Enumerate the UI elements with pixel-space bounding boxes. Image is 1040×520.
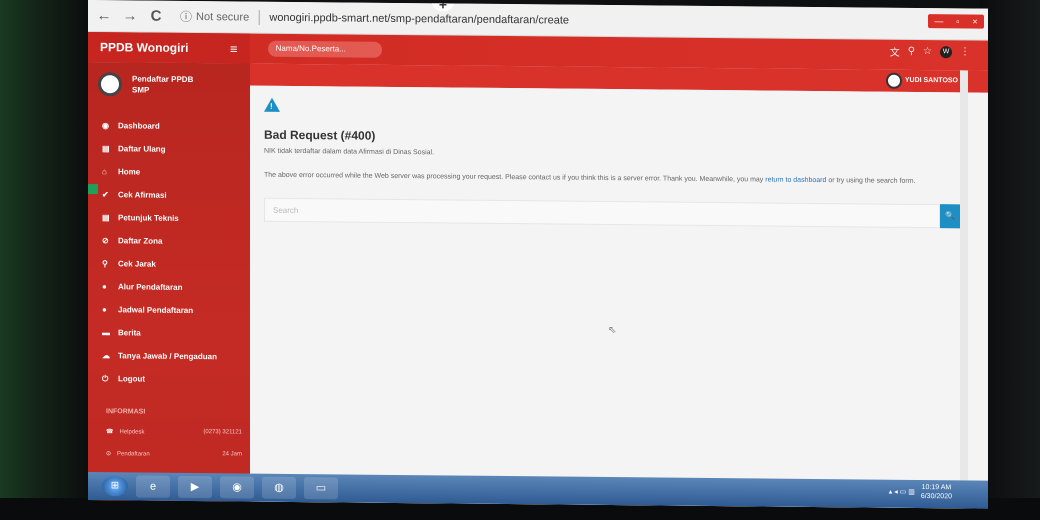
sidebar-item-alur-pendaftaran[interactable]: ● Alur Pendaftaran xyxy=(102,275,217,299)
clock-date: 6/30/2020 xyxy=(920,492,952,501)
sidebar-menu: ◉ Dashboard ▤ Daftar Ulang ⌂ Home ✔ Cek Afir… xyxy=(102,114,217,391)
url-separator: | xyxy=(257,8,262,26)
brand-title[interactable]: PPDB Wonogiri xyxy=(88,32,250,64)
more-icon[interactable]: ⋮ xyxy=(960,46,970,57)
sidebar-item-daftar-zona[interactable]: ⊘ Daftar Zona xyxy=(102,229,217,253)
search-button[interactable]: 🔍 xyxy=(940,204,960,229)
chrome-icon[interactable]: ◉ xyxy=(220,476,254,499)
sidebar-item-dashboard[interactable]: ◉ Dashboard xyxy=(102,114,217,138)
start-button[interactable]: ⊞ xyxy=(102,476,128,497)
error-description: The above error occurred while the Web s… xyxy=(264,170,954,188)
forward-icon[interactable]: → xyxy=(120,7,140,24)
sidebar-item-logout[interactable]: ⏻ Logout xyxy=(102,367,217,391)
system-tray: ▴ ◂ ▭ ▥ 10:19 AM 6/30/2020 xyxy=(889,483,952,502)
user-avatar[interactable] xyxy=(886,72,902,89)
chat-icon: ☁ xyxy=(102,351,110,361)
search-icon[interactable]: ⚲ xyxy=(908,46,915,57)
active-indicator xyxy=(88,183,98,195)
error-title: Bad Request (#400) xyxy=(264,127,376,143)
profile-name: Pendaftar PPDB SMP xyxy=(132,74,194,95)
avatar xyxy=(98,72,122,97)
info-icon[interactable]: ⓘ xyxy=(180,8,192,25)
error-description-tail: or try using the search form. xyxy=(826,177,916,185)
security-label: Not secure xyxy=(196,10,250,24)
document-icon: ▤ xyxy=(102,144,110,154)
circle-icon: ● xyxy=(102,282,107,292)
mouse-cursor-icon: ⇖ xyxy=(608,324,617,337)
sidebar-item-label: Cek Jarak xyxy=(118,259,156,269)
star-icon[interactable]: ☆ xyxy=(923,46,932,57)
info-value: 24 Jam xyxy=(222,451,242,458)
info-value: (0273) 321121 xyxy=(203,429,242,436)
sidebar-item-label: Home xyxy=(118,167,141,177)
browser-extension-icons: 文 ⚲ ☆ W ⋮ xyxy=(890,44,970,60)
error-description-text: The above error occurred while the Web s… xyxy=(264,171,766,184)
clock[interactable]: 10:19 AM 6/30/2020 xyxy=(921,483,952,501)
sidebar-item-label: Tanya Jawab / Pengaduan xyxy=(118,351,217,362)
reload-icon[interactable]: C xyxy=(146,8,166,25)
sidebar-item-tanya-jawab[interactable]: ☁ Tanya Jawab / Pengaduan xyxy=(102,344,217,368)
clock-icon: ⊙ xyxy=(106,451,112,458)
info-heading: INFORMASI xyxy=(106,408,146,416)
zone-icon: ⊘ xyxy=(102,236,109,246)
explorer-window-icon[interactable]: ▭ xyxy=(304,477,338,500)
sidebar-item-label: Jadwal Pendaftaran xyxy=(118,305,194,316)
internet-explorer-icon[interactable]: e xyxy=(136,475,170,498)
sidebar-item-label: Petunjuk Teknis xyxy=(118,213,179,223)
minimize-icon[interactable]: — xyxy=(934,16,943,26)
clock-time: 10:19 AM xyxy=(921,484,952,492)
news-icon: ▬ xyxy=(102,328,110,338)
scrollbar[interactable] xyxy=(960,70,968,509)
info-helpdesk: ☎ Helpdesk (0273) 321121 xyxy=(106,428,242,436)
media-player-icon[interactable]: ▶ xyxy=(178,475,212,499)
sidebar-item-label: Logout xyxy=(118,374,146,384)
sidebar-item-jadwal-pendaftaran[interactable]: ● Jadwal Pendaftaran xyxy=(102,298,217,322)
profile-avatar-icon[interactable]: W xyxy=(940,45,952,58)
check-icon: ✔ xyxy=(102,190,109,200)
user-name[interactable]: YUDI SANTOSO xyxy=(905,77,958,85)
return-to-dashboard-link[interactable]: return to dashboard xyxy=(765,177,826,185)
sidebar-item-petunjuk-teknis[interactable]: ▤ Petunjuk Teknis xyxy=(102,206,217,230)
window-controls: — ▫ × xyxy=(928,14,984,29)
sidebar: Pendaftar PPDB SMP ◉ Dashboard ▤ Daftar Ul… xyxy=(88,62,250,504)
sidebar-item-daftar-ulang[interactable]: ▤ Daftar Ulang xyxy=(102,137,217,161)
maximize-icon[interactable]: ▫ xyxy=(956,16,959,26)
sidebar-item-cek-afirmasi[interactable]: ✔ Cek Afirmasi xyxy=(102,183,217,207)
circle-icon: ● xyxy=(102,305,107,315)
map-pin-icon: ⚲ xyxy=(102,259,108,269)
info-pendaftaran: ⊙ Pendaftaran 24 Jam xyxy=(106,450,242,458)
info-label: Pendaftaran xyxy=(117,451,150,458)
sidebar-item-cek-jarak[interactable]: ⚲ Cek Jarak xyxy=(102,252,217,276)
error-message: NIK tidak terdaftar dalam data Afirmasi … xyxy=(264,147,435,157)
warning-mark: ! xyxy=(270,101,273,111)
dashboard-icon: ◉ xyxy=(102,121,109,131)
home-icon: ⌂ xyxy=(102,167,107,177)
menu-toggle-icon[interactable]: ≡ xyxy=(230,41,238,56)
logout-icon: ⏻ xyxy=(102,373,109,383)
sidebar-profile: Pendaftar PPDB SMP xyxy=(98,72,212,97)
sidebar-item-label: Dashboard xyxy=(118,121,160,131)
document-icon: ▤ xyxy=(102,213,110,223)
sidebar-item-label: Daftar Zona xyxy=(118,236,163,246)
sidebar-item-label: Alur Pendaftaran xyxy=(118,282,183,292)
firefox-icon[interactable]: ◍ xyxy=(262,476,296,499)
sidebar-item-label: Berita xyxy=(118,328,141,338)
phone-icon: ☎ xyxy=(106,429,114,436)
tray-icons[interactable]: ▴ ◂ ▭ ▥ xyxy=(889,488,915,496)
address-bar[interactable]: wonogiri.ppdb-smart.net/smp-pendaftaran/… xyxy=(269,11,569,26)
sidebar-item-home[interactable]: ⌂ Home xyxy=(102,160,217,184)
info-label: Helpdesk xyxy=(119,429,145,436)
monitor-bezel-left xyxy=(0,0,92,520)
back-icon[interactable]: ← xyxy=(94,7,114,24)
close-icon[interactable]: × xyxy=(972,16,977,26)
participant-search-input[interactable]: Nama/No.Peserta... xyxy=(267,40,382,58)
search-input[interactable]: Search xyxy=(264,197,940,229)
sidebar-item-berita[interactable]: ▬ Berita xyxy=(102,321,217,345)
sidebar-item-label: Cek Afirmasi xyxy=(118,190,167,200)
translate-icon[interactable]: 文 xyxy=(890,44,900,59)
screen: ← → C ⓘ Not secure | wonogiri.ppdb-smart… xyxy=(88,0,988,509)
monitor-bezel-right xyxy=(980,0,1040,520)
sidebar-item-label: Daftar Ulang xyxy=(118,144,166,154)
main-content: ! Bad Request (#400) NIK tidak terdaftar… xyxy=(250,85,980,509)
